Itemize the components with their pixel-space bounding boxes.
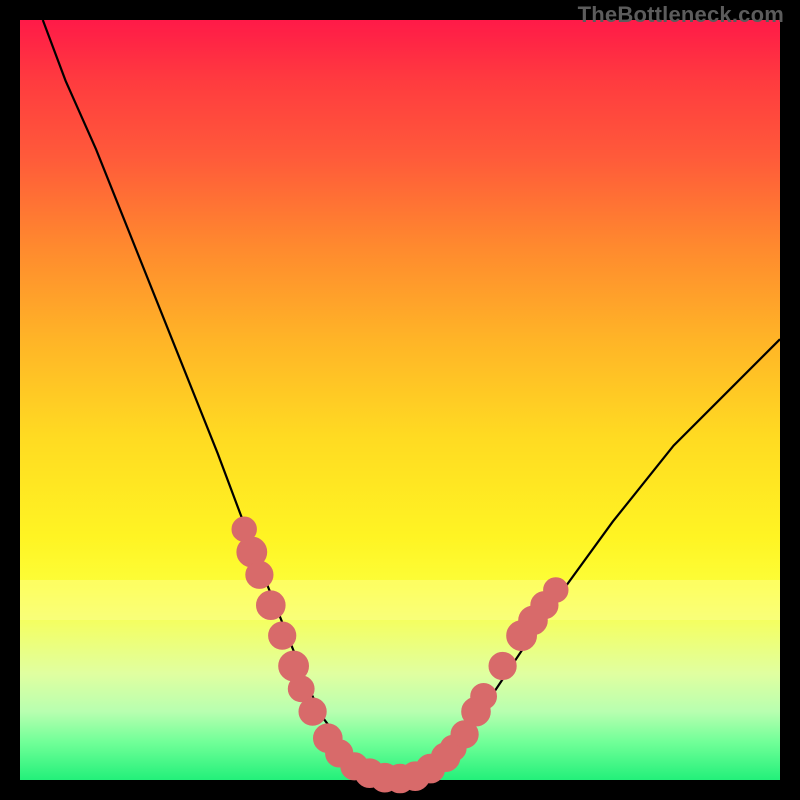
curve-marker (269, 622, 296, 649)
curve-marker (257, 591, 286, 620)
curve-marker (246, 561, 273, 588)
watermark-text: TheBottleneck.com (578, 2, 784, 28)
bottleneck-curve (43, 20, 780, 780)
curve-marker (544, 578, 568, 602)
chart-frame: TheBottleneck.com (0, 0, 800, 800)
curve-marker (471, 684, 497, 710)
bottleneck-curve-svg (20, 20, 780, 780)
curve-marker (299, 698, 326, 725)
curve-marker (489, 652, 516, 679)
